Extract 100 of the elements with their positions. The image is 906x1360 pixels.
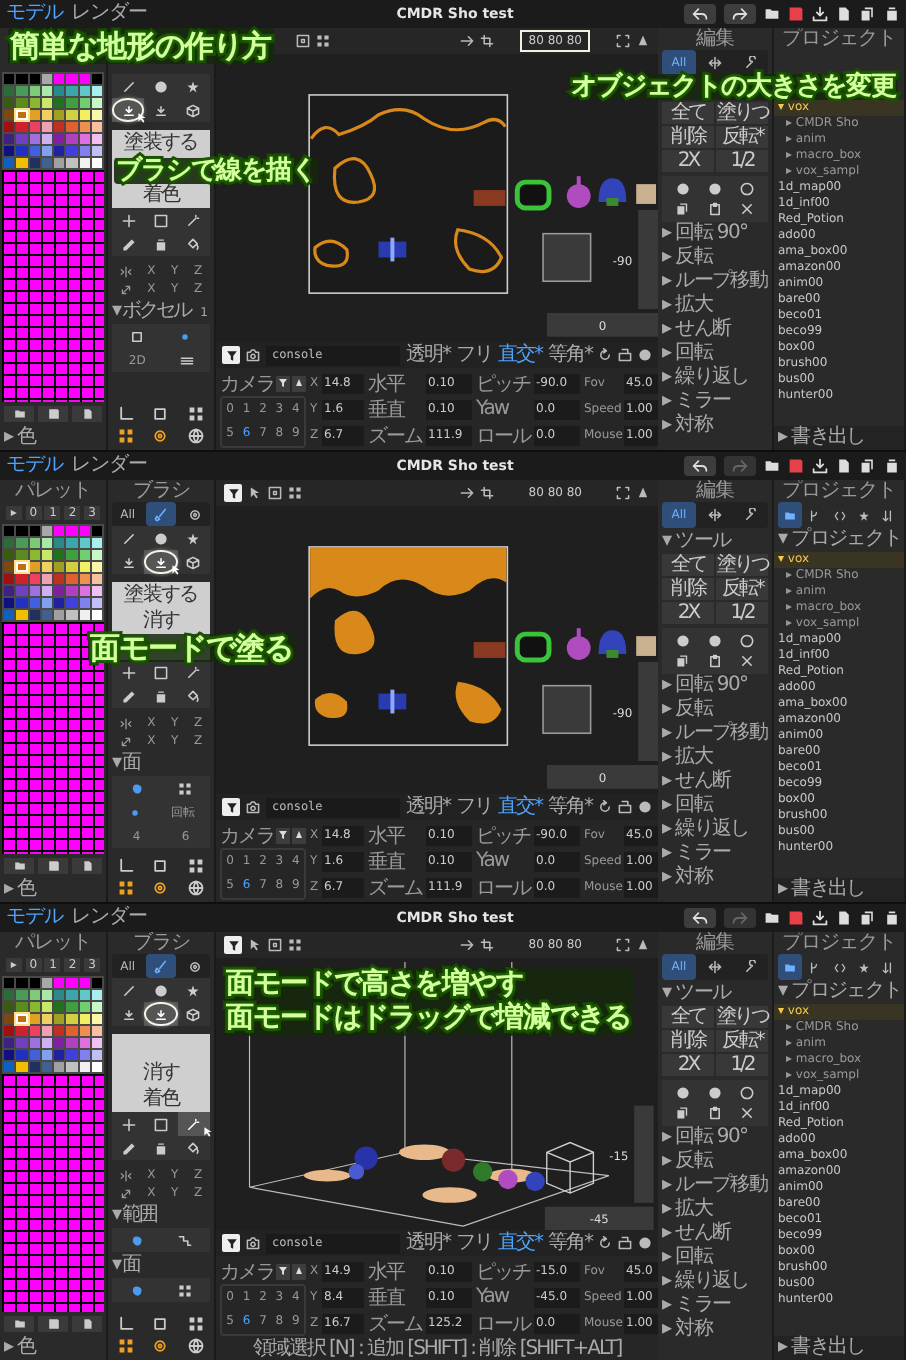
- field-label: 水平: [368, 1259, 407, 1285]
- edit-button[interactable]: 2X: [662, 150, 714, 172]
- section-header[interactable]: ▸ 色: [0, 878, 106, 902]
- edit-button[interactable]: 1/2: [716, 150, 768, 172]
- annotation-label: オブジェクトの大きさを変更: [569, 74, 898, 100]
- edit-button[interactable]: 反転*: [716, 1030, 768, 1052]
- section-header[interactable]: ▸ 繰り返し: [658, 366, 772, 390]
- section-header[interactable]: ▸ 書き出し: [774, 1336, 904, 1360]
- panel-title: ブラシ: [132, 932, 190, 954]
- section-header[interactable]: ▾ プロジェクト: [778, 528, 902, 552]
- section-header[interactable]: ▸ 色: [0, 1336, 106, 1360]
- view-toggle[interactable]: 透明*: [406, 795, 450, 819]
- menu-item[interactable]: 塗装する: [112, 582, 210, 608]
- mode-tab[interactable]: レンダー: [71, 906, 147, 930]
- edit-button[interactable]: 削除: [662, 1030, 714, 1052]
- panel-title: 編集: [696, 932, 734, 954]
- field-label: 垂直: [368, 397, 407, 423]
- mode-tab[interactable]: モデル: [6, 2, 63, 26]
- edit-button[interactable]: 削除: [662, 126, 714, 148]
- section-header[interactable]: ▸ ループ移動: [658, 722, 772, 746]
- section-header[interactable]: ▸ 繰り返し: [658, 818, 772, 842]
- section-header[interactable]: ▸ 回転: [658, 342, 772, 366]
- view-toggle[interactable]: フリ: [456, 795, 492, 819]
- menu-item[interactable]: 消す: [112, 608, 210, 634]
- section-header[interactable]: ▸ ミラー: [658, 1294, 772, 1318]
- view-toggle[interactable]: 等角*: [548, 795, 592, 819]
- view-toggle[interactable]: 直交*: [498, 795, 542, 819]
- section-header[interactable]: ▾ ツール: [662, 981, 731, 1005]
- edit-button[interactable]: 1/2: [716, 602, 768, 624]
- field-label: ピッチ: [476, 371, 532, 397]
- view-toggle[interactable]: 等角*: [548, 1231, 592, 1255]
- menu-item[interactable]: 着色: [112, 1086, 210, 1112]
- annotation-label: 面モードで塗る: [88, 634, 295, 662]
- section-header[interactable]: ▾ 面: [112, 1254, 140, 1278]
- edit-button[interactable]: 反転*: [716, 578, 768, 600]
- section-header[interactable]: ▸ ループ移動: [658, 270, 772, 294]
- field-label: ロール: [476, 1311, 532, 1337]
- section-header[interactable]: ▾ プロジェクト: [778, 980, 902, 1004]
- edit-button[interactable]: 削除: [662, 578, 714, 600]
- mode-tab[interactable]: レンダー: [71, 2, 147, 26]
- edit-button[interactable]: 全て: [662, 554, 714, 576]
- section-header[interactable]: ▸ 拡大: [658, 294, 772, 318]
- field-label: カメラ: [220, 823, 274, 849]
- edit-button[interactable]: 全て: [662, 1006, 714, 1028]
- section-header[interactable]: ▸ 反転: [658, 1150, 772, 1174]
- field-label: ロール: [476, 875, 532, 901]
- field-label: Yaw: [476, 850, 511, 872]
- section-header[interactable]: ▸ 拡大: [658, 746, 772, 770]
- annotation-label: ブラシで線を描く: [114, 158, 318, 184]
- section-header[interactable]: ▸ 回転: [658, 794, 772, 818]
- field-label: 垂直: [368, 849, 407, 875]
- section-header[interactable]: ▾ ツール: [662, 529, 731, 553]
- field-label: ピッチ: [476, 823, 532, 849]
- field-label: 垂直: [368, 1285, 407, 1311]
- section-header[interactable]: ▸ ループ移動: [658, 1174, 772, 1198]
- section-header[interactable]: ▸ せん断: [658, 318, 772, 342]
- edit-button[interactable]: 2X: [662, 602, 714, 624]
- view-toggle[interactable]: 等角*: [548, 343, 592, 367]
- view-toggle[interactable]: 直交*: [498, 343, 542, 367]
- edit-button[interactable]: 塗りつ: [716, 554, 768, 576]
- section-header[interactable]: ▸ 回転 90°: [658, 1126, 772, 1150]
- mode-tab[interactable]: モデル: [6, 906, 63, 930]
- edit-button[interactable]: 1/2: [716, 1054, 768, 1076]
- section-header[interactable]: ▸ 書き出し: [774, 426, 904, 450]
- edit-button[interactable]: 塗りつ: [716, 1006, 768, 1028]
- section-header[interactable]: ▾ 範囲: [112, 1204, 157, 1228]
- section-header[interactable]: ▸ せん断: [658, 770, 772, 794]
- menu-item[interactable]: 消す: [112, 1060, 210, 1086]
- field-label: ロール: [476, 423, 532, 449]
- view-toggle[interactable]: フリ: [456, 1231, 492, 1255]
- view-toggle[interactable]: フリ: [456, 343, 492, 367]
- section-header[interactable]: ▸ 反転: [658, 698, 772, 722]
- view-toggle[interactable]: 直交*: [498, 1231, 542, 1255]
- section-header[interactable]: ▾ ボクセル: [112, 300, 191, 324]
- view-toggle[interactable]: 透明*: [406, 343, 450, 367]
- edit-button[interactable]: 2X: [662, 1054, 714, 1076]
- section-header[interactable]: ▸ 回転: [658, 1246, 772, 1270]
- section-header[interactable]: ▸ 回転 90°: [658, 222, 772, 246]
- panel-title: パレット: [15, 480, 91, 502]
- section-header[interactable]: ▸ 回転 90°: [658, 674, 772, 698]
- mode-tab[interactable]: レンダー: [71, 454, 147, 478]
- section-header[interactable]: ▸ 対称: [658, 1318, 772, 1342]
- section-header[interactable]: ▸ ミラー: [658, 390, 772, 414]
- mode-tab[interactable]: モデル: [6, 454, 63, 478]
- section-header[interactable]: ▸ せん断: [658, 1222, 772, 1246]
- section-header[interactable]: ▸ 対称: [658, 414, 772, 438]
- edit-button[interactable]: 全て: [662, 102, 714, 124]
- section-header[interactable]: ▸ 繰り返し: [658, 1270, 772, 1294]
- edit-button[interactable]: 反転*: [716, 126, 768, 148]
- view-toggle[interactable]: 透明*: [406, 1231, 450, 1255]
- menu-item[interactable]: 塗装する: [112, 130, 210, 156]
- section-header[interactable]: ▸ ミラー: [658, 842, 772, 866]
- menu-item[interactable]: 着色: [112, 182, 210, 208]
- edit-button[interactable]: 塗りつ: [716, 102, 768, 124]
- section-header[interactable]: ▸ 反転: [658, 246, 772, 270]
- section-header[interactable]: ▸ 対称: [658, 866, 772, 890]
- section-header[interactable]: ▾ 面: [112, 752, 140, 776]
- section-header[interactable]: ▸ 色: [0, 426, 106, 450]
- section-header[interactable]: ▸ 書き出し: [774, 878, 904, 902]
- section-header[interactable]: ▸ 拡大: [658, 1198, 772, 1222]
